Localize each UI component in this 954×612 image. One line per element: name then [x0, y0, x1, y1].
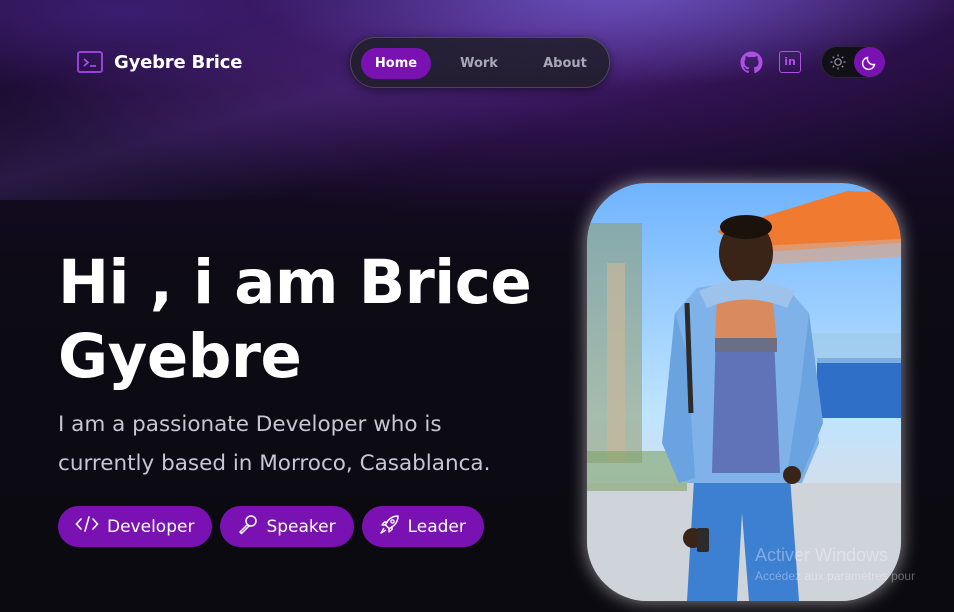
nav-work[interactable]: Work — [447, 48, 511, 79]
hero-title: Hi , i am Brice Gyebre — [58, 246, 558, 394]
tag-label: Speaker — [266, 516, 336, 537]
hero-subtitle: I am a passionate Developer who is curre… — [58, 405, 538, 483]
tag-developer[interactable]: Developer — [58, 506, 213, 547]
background-glow — [0, 0, 954, 200]
tag-speaker[interactable]: Speaker — [220, 506, 354, 547]
code-icon — [75, 515, 99, 538]
microphone-icon — [237, 514, 258, 540]
hero-subtitle-line1: I am a passionate Developer who is — [58, 412, 442, 437]
linkedin-icon[interactable]: in — [779, 51, 801, 73]
hero-subtitle-line2: currently based in Morroco, Casablanca. — [58, 451, 491, 476]
brand-logo[interactable]: Gyebre Brice — [77, 51, 242, 73]
tag-label: Leader — [407, 516, 466, 537]
windows-activation-notice: Activer Windows — [755, 545, 889, 565]
windows-activation-hint: Accédez aux paramètres pour — [755, 569, 916, 583]
theme-toggle[interactable] — [821, 46, 885, 78]
profile-photo — [587, 183, 901, 601]
nav-home[interactable]: Home — [361, 48, 431, 79]
nav-about[interactable]: About — [531, 48, 599, 79]
moon-icon — [854, 47, 885, 77]
hero-title-line2: Gyebre — [58, 321, 302, 392]
hero-title-line1: Hi , i am Brice — [58, 247, 532, 318]
role-tags: Developer Speaker Leader — [58, 506, 484, 547]
github-icon[interactable] — [740, 51, 763, 74]
tag-label: Developer — [107, 516, 195, 537]
main-nav: Home Work About — [350, 37, 610, 88]
sun-icon — [829, 53, 847, 71]
brand-name: Gyebre Brice — [114, 51, 243, 73]
rocket-icon — [379, 514, 400, 540]
tag-leader[interactable]: Leader — [361, 506, 484, 547]
terminal-icon — [77, 51, 103, 73]
